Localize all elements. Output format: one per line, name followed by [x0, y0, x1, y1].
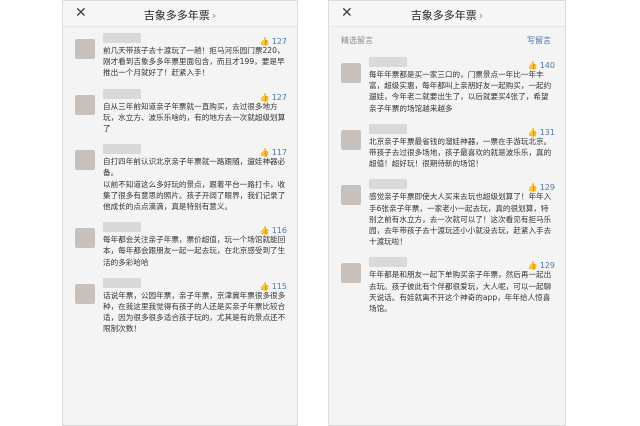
comment-item: 👍 116 每年都会关注亲子年票，票价超值，玩一个场馆就能回本，每年都会跟朋友一起… — [63, 222, 297, 268]
article-comments-panel-left: ✕ 吉象多多年票 › 👍 127 前几天带孩子去十渡玩了一趟！拒马河乐园门票220，… — [62, 0, 298, 426]
write-comment-link[interactable]: 写留言 — [527, 35, 551, 46]
thumbs-up-icon: 👍 — [259, 226, 270, 236]
user-name-redacted — [103, 277, 141, 288]
user-name-redacted — [103, 88, 141, 99]
comment-item: 👍 127 自从三年前知道亲子年票就一直购买，去过很多地方玩，水立方、波乐乐啥的，… — [63, 88, 297, 135]
like-button[interactable]: 👍 115 — [260, 282, 287, 291]
thumbs-up-icon: 👍 — [527, 261, 538, 271]
like-count: 115 — [271, 281, 287, 291]
user-name-redacted — [369, 179, 407, 190]
thumbs-up-icon: 👍 — [527, 61, 538, 70]
avatar — [341, 263, 361, 284]
like-count: 117 — [271, 148, 287, 158]
comment-text: 每年都会关注亲子年票，票价超值，玩一个场馆就能回本，每年都会跟朋友一起一起去玩，… — [103, 235, 286, 267]
user-name-redacted — [103, 222, 141, 233]
comment-text: 自打四年前认识北京亲子年票就一路跟随，遛娃神器必备。 以前不知道这么多好玩的景点… — [103, 157, 286, 212]
page-title-text: 吉象多多年票 — [410, 9, 477, 22]
like-count: 127 — [271, 92, 287, 102]
thumbs-up-icon: 👍 — [259, 37, 270, 46]
comment-text: 每年年票都是买一家三口的，门票景点一年比一年丰富，超级实惠，每年都叫上亲朋好友一… — [369, 70, 552, 113]
like-button[interactable]: 👍 129 — [528, 183, 555, 192]
comment-item: 👍 127 前几天带孩子去十渡玩了一趟！拒马河乐园门票220，刚才看到吉象多多年票… — [63, 33, 297, 79]
thumbs-up-icon: 👍 — [259, 148, 270, 158]
comment-text: 年年都是和朋友一起下单购买亲子年票，然后再一起出去玩。孩子彼此有个伴都很爱玩，大… — [369, 270, 552, 314]
avatar — [341, 185, 361, 206]
like-count: 116 — [271, 226, 287, 236]
comment-text: 话说年票，公园年票，亲子年票，京津冀年票很多很多种，在我这里我觉得有孩子的人还是… — [103, 290, 286, 334]
like-button[interactable]: 👍 117 — [260, 148, 287, 157]
user-name-redacted — [369, 57, 407, 67]
like-button[interactable]: 👍 131 — [528, 128, 555, 137]
like-count: 129 — [539, 261, 555, 271]
thumbs-up-icon: 👍 — [527, 183, 538, 193]
page-title-text: 吉象多多年票 — [143, 9, 210, 22]
comment-item: 👍 129 感觉亲子年票即使大人买来去玩也超级划算了！年年入手6张亲子年票，一家老… — [329, 179, 565, 247]
like-count: 131 — [539, 127, 555, 137]
comment-item: 👍 131 北京亲子年票最省钱的溜娃神器，一票在手游玩北京。带孩子去过很多场地，孩… — [329, 123, 565, 170]
comment-item: 👍 115 话说年票，公园年票，亲子年票，京津冀年票很多很多种，在我这里我觉得有孩… — [63, 277, 297, 335]
article-comments-panel-right: ✕ 吉象多多年票 › 精选留言 写留言 👍 140 每年年票都是买一家三口的，门票景… — [328, 0, 566, 426]
page-title[interactable]: 吉象多多年票 › — [329, 7, 565, 23]
thumbs-up-icon: 👍 — [527, 127, 538, 137]
comment-item: 👍 117 自打四年前认识北京亲子年票就一路跟随，遛娃神器必备。 以前不知道这么多… — [63, 144, 297, 212]
title-bar: ✕ 吉象多多年票 › — [63, 1, 297, 27]
comment-text: 自从三年前知道亲子年票就一直购买，去过很多地方玩，水立方、波乐乐啥的，有的地方去… — [103, 101, 286, 134]
avatar — [75, 150, 95, 171]
like-button[interactable]: 👍 127 — [260, 93, 287, 102]
comment-text: 感觉亲子年票即使大人买来去玩也超级划算了！年年入手6张亲子年票，一家老小一起去玩… — [369, 192, 552, 247]
user-name-redacted — [103, 33, 141, 43]
comment-text: 前几天带孩子去十渡玩了一趟！拒马河乐园门票220，刚才看到吉象多多年票里面包含，… — [103, 46, 285, 78]
like-button[interactable]: 👍 127 — [260, 37, 287, 46]
comments-section-header: 精选留言 写留言 — [329, 27, 565, 49]
avatar — [75, 39, 95, 59]
like-button[interactable]: 👍 140 — [528, 61, 555, 70]
featured-comments-label: 精选留言 — [341, 36, 373, 45]
avatar — [341, 129, 361, 150]
avatar — [341, 63, 361, 83]
title-bar: ✕ 吉象多多年票 › — [329, 1, 565, 27]
page-title[interactable]: 吉象多多年票 › — [63, 7, 297, 23]
thumbs-up-icon: 👍 — [259, 281, 270, 291]
like-count: 127 — [271, 37, 287, 46]
like-button[interactable]: 👍 116 — [260, 226, 287, 235]
avatar — [75, 283, 95, 304]
like-button[interactable]: 👍 129 — [528, 261, 555, 270]
comment-item: 👍 129 年年都是和朋友一起下单购买亲子年票，然后再一起出去玩。孩子彼此有个伴都… — [329, 257, 565, 314]
user-name-redacted — [369, 123, 407, 134]
chevron-right-icon: › — [478, 9, 484, 22]
avatar — [75, 228, 95, 249]
like-count: 140 — [539, 61, 555, 70]
thumbs-up-icon: 👍 — [259, 92, 270, 102]
user-name-redacted — [103, 144, 141, 155]
like-count: 129 — [539, 183, 555, 193]
comment-item: 👍 140 每年年票都是买一家三口的，门票景点一年比一年丰富，超级实惠，每年都叫上… — [329, 57, 565, 114]
avatar — [75, 94, 95, 115]
chevron-right-icon: › — [211, 9, 217, 22]
user-name-redacted — [369, 257, 407, 268]
comment-text: 北京亲子年票最省钱的溜娃神器，一票在手游玩北京。带孩子去过很多场地，孩子最喜欢的… — [369, 136, 552, 169]
